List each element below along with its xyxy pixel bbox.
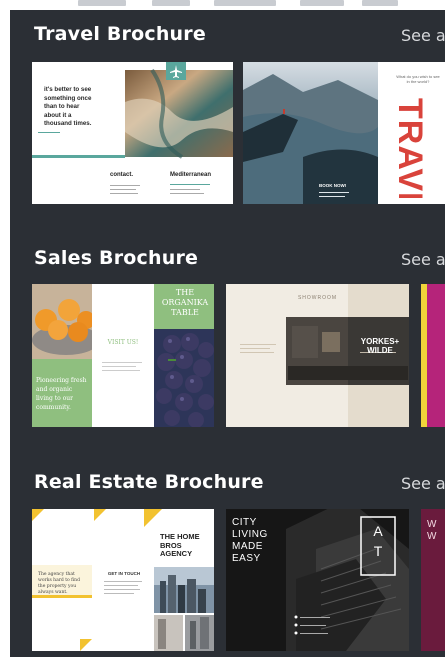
showroom-title: YORKES+ WILDE xyxy=(360,337,400,355)
travel-book-heading: BOOK NOW! xyxy=(319,183,347,188)
partial-real-estate-title: W W xyxy=(427,519,437,542)
home-bros-contact-label: GET IN TOUCH xyxy=(107,571,141,576)
organika-title: THE ORGANIKA TABLE xyxy=(161,288,209,317)
travel-contact-heading: contact. xyxy=(110,172,134,178)
see-all-real-estate-link[interactable]: See a xyxy=(401,474,445,493)
travel-title-wrap: TRAVEL xyxy=(382,98,444,198)
section-title-travel: Travel Brochure xyxy=(34,23,206,45)
template-card-travel-red[interactable]: What do you wish to see in the world? TR… xyxy=(243,62,445,204)
travel-card-graphics xyxy=(32,68,233,194)
travel-vertical-title: TRAVEL xyxy=(391,98,429,198)
plane-icon xyxy=(170,65,182,78)
top-scroll-remnant xyxy=(0,0,445,10)
template-gallery-panel: Travel Brochure See a it's better to see… xyxy=(10,10,445,657)
partial-card-graphics xyxy=(427,284,445,427)
app-viewport: Travel Brochure See a it's better to see… xyxy=(0,0,445,657)
template-card-travel-mediterranean[interactable]: it's better to see something once than t… xyxy=(32,62,233,204)
monogram-letter-a: A xyxy=(373,523,383,539)
city-living-title: CITY LIVING MADE EASY xyxy=(232,517,268,564)
organika-visit-label: VISIT US! xyxy=(107,339,139,346)
organika-tagline: Pioneering fresh and organic living to o… xyxy=(36,377,87,411)
showroom-card-graphics xyxy=(240,284,409,427)
travel-location-heading: Mediterranean xyxy=(170,172,212,178)
monogram-letter-t: T xyxy=(373,543,383,559)
travel-quote: it's better to see something once than t… xyxy=(44,86,92,128)
see-all-travel-link[interactable]: See a xyxy=(401,26,445,45)
template-card-sales-organika[interactable]: THE ORGANIKA TABLE VISIT US! Pioneering … xyxy=(32,284,214,427)
travel-question: What do you wish to see in the world? xyxy=(396,74,440,84)
template-card-sales-showroom[interactable]: SHOWROOM YORKES+ WILDE xyxy=(226,284,409,427)
section-title-real-estate: Real Estate Brochure xyxy=(34,471,264,493)
home-bros-tagline: The agency that works hard to find the p… xyxy=(38,572,80,595)
see-all-sales-link[interactable]: See a xyxy=(401,250,445,269)
section-title-sales: Sales Brochure xyxy=(34,247,199,269)
home-bros-title: THE HOME BROS AGENCY xyxy=(160,532,200,558)
template-card-sales-partial[interactable] xyxy=(421,284,445,427)
template-card-real-estate-home-bros[interactable]: THE HOME BROS AGENCY GET IN TOUCH The ag… xyxy=(32,509,214,651)
template-card-real-estate-partial[interactable]: W W xyxy=(421,509,445,651)
plane-badge xyxy=(166,62,186,80)
template-card-real-estate-city-living[interactable]: CITY LIVING MADE EASY A T xyxy=(226,509,409,651)
showroom-heading: SHOWROOM xyxy=(297,295,338,301)
city-living-monogram: A T xyxy=(361,521,395,561)
